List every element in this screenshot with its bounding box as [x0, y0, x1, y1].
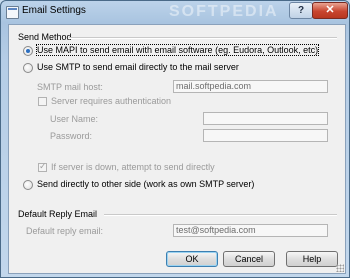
help-button[interactable]: Help [286, 251, 338, 267]
send-method-divider [69, 37, 337, 39]
smtp-host-label: SMTP mail host: [37, 82, 103, 92]
username-input[interactable] [203, 112, 328, 125]
help-title-button[interactable]: ? [289, 2, 313, 19]
default-reply-input[interactable]: test@softpedia.com [173, 224, 328, 237]
default-reply-divider [104, 214, 337, 216]
smtp-radio[interactable] [23, 63, 33, 73]
mapi-label[interactable]: Use MAPI to send email with email softwa… [35, 44, 320, 56]
username-label: User Name: [50, 114, 99, 124]
default-reply-label: Default reply email: [26, 226, 104, 236]
send-method-title: Send Method [18, 32, 72, 42]
auth-label[interactable]: Server requires authentication [51, 96, 171, 106]
window-frame: Email Settings SOFTPEDIA ? ✕ Send Method… [0, 0, 350, 278]
cancel-button[interactable]: Cancel [223, 251, 275, 267]
fallback-checkbox[interactable] [38, 161, 47, 172]
password-label: Password: [50, 131, 93, 141]
window-icon [6, 6, 19, 19]
fallback-label[interactable]: If server is down, attempt to send direc… [51, 162, 215, 172]
softpedia-watermark: SOFTPEDIA [169, 3, 279, 20]
ok-button[interactable]: OK [166, 251, 218, 267]
password-input[interactable] [203, 129, 328, 142]
direct-radio[interactable] [23, 180, 33, 190]
window-title: Email Settings [22, 5, 86, 16]
smtp-label[interactable]: Use SMTP to send email directly to the m… [37, 62, 239, 72]
default-reply-title: Default Reply Email [18, 209, 98, 219]
close-button[interactable]: ✕ [312, 2, 348, 19]
smtp-host-input[interactable]: mail.softpedia.com [173, 80, 328, 93]
direct-label[interactable]: Send directly to other side (work as own… [37, 179, 254, 189]
auth-checkbox[interactable] [38, 97, 47, 106]
resize-grip[interactable] [336, 264, 344, 272]
dialog-client-area: Send Method Use MAPI to send email with … [8, 24, 346, 274]
mapi-radio[interactable] [23, 46, 33, 56]
title-bar[interactable]: Email Settings SOFTPEDIA ? ✕ [1, 1, 350, 23]
